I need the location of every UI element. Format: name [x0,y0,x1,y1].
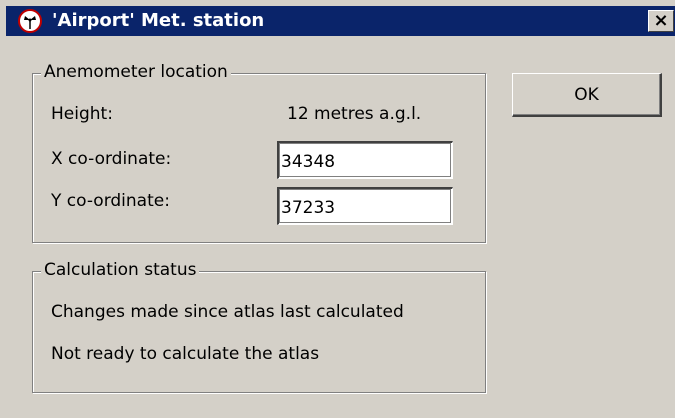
status-line-not-ready: Not ready to calculate the atlas [51,344,320,364]
ok-button[interactable]: OK [512,73,662,117]
x-coordinate-field[interactable]: 34348 [277,141,453,179]
height-label: Height: [51,104,113,124]
status-line-changes: Changes made since atlas last calculated [51,302,404,322]
y-coordinate-field[interactable]: 37233 [277,187,453,225]
y-coordinate-label: Y co-ordinate: [51,191,170,211]
height-value: 12 metres a.g.l. [287,104,422,124]
x-coordinate-label: X co-ordinate: [51,149,172,169]
window-title: 'Airport' Met. station [52,10,265,31]
calculation-status-legend: Calculation status [41,260,200,280]
y-coordinate-value: 37233 [281,198,336,218]
close-icon: × [653,10,669,31]
calculation-status-group: Calculation status Changes made since at… [32,260,486,393]
met-station-dialog: 'Airport' Met. station × Anemometer loca… [0,0,675,418]
x-coordinate-value: 34348 [281,152,336,172]
title-bar[interactable]: 'Airport' Met. station × [6,6,675,36]
anemometer-location-legend: Anemometer location [41,62,231,82]
close-button[interactable]: × [648,10,674,32]
anemometer-icon [18,9,42,33]
anemometer-location-group: Anemometer location Height: 12 metres a.… [32,62,486,243]
